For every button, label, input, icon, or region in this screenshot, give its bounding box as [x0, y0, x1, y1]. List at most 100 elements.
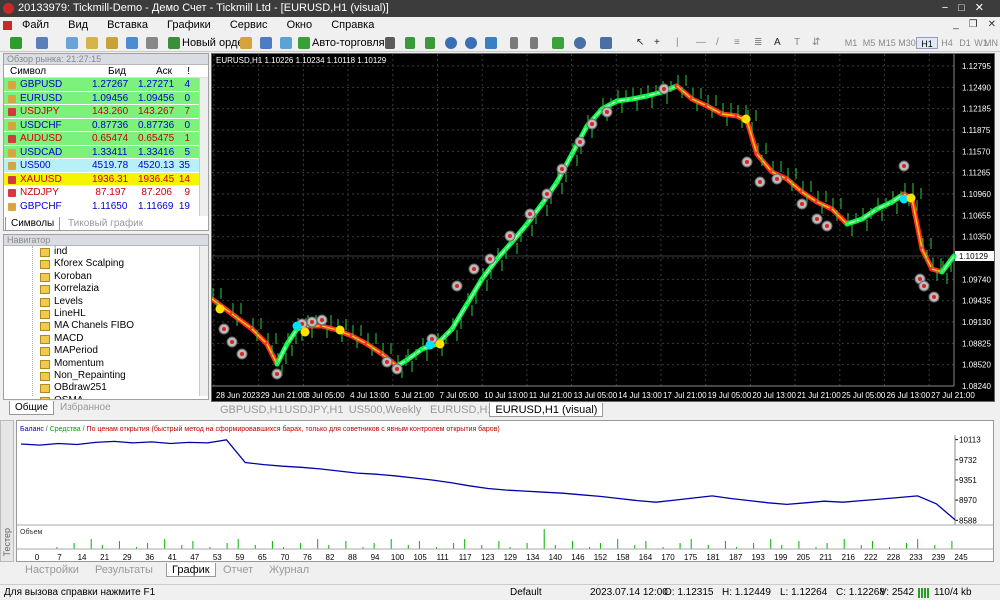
tester-tab[interactable]: График [166, 563, 216, 577]
child-window-controls[interactable]: _ ❐ ✕ [943, 19, 996, 30]
cell-spread: 9 [184, 187, 190, 198]
line-chart-icon[interactable] [425, 37, 435, 49]
fibo-icon[interactable]: ≣ [754, 36, 762, 50]
market-row-nzdjpy[interactable]: NZDJPY 87.197 87.206 9 [4, 186, 208, 200]
menu-view[interactable]: Вид [60, 17, 96, 34]
tile-windows-icon[interactable] [485, 37, 497, 49]
bar-chart-icon[interactable] [385, 37, 395, 49]
menu-charts[interactable]: Графики [159, 17, 219, 34]
navigator-item[interactable]: MACD [4, 333, 208, 345]
vertical-line-icon[interactable]: | [676, 36, 679, 50]
chart-tab[interactable]: USDJPY,H1 [279, 403, 348, 417]
new-chart-icon[interactable] [10, 37, 22, 49]
time-label: 11 Jul 21:00 [529, 391, 573, 400]
symbol-icon [8, 121, 16, 130]
templates-icon[interactable] [600, 37, 612, 49]
trendline-icon[interactable]: / [716, 36, 719, 50]
market-watch-icon[interactable] [66, 37, 78, 49]
navigator-item[interactable]: Levels [4, 296, 208, 308]
chart-tab[interactable]: EURUSD,H1 [425, 403, 499, 417]
market-row-usdcad[interactable]: USDCAD 1.33411 1.33416 5 [4, 145, 208, 159]
tester-tab[interactable]: Журнал [264, 563, 314, 577]
arrows-icon[interactable]: ⇵ [812, 36, 820, 50]
market-watch-scrollbar[interactable] [199, 78, 208, 216]
tab-general[interactable]: Общие [9, 401, 54, 415]
navigator-item[interactable]: Koroban [4, 271, 208, 283]
zoom-out-icon[interactable] [465, 37, 477, 49]
text-icon[interactable]: A [774, 36, 781, 50]
menu-file[interactable]: Файл [14, 17, 57, 34]
navigator-item[interactable]: Korrelazia [4, 283, 208, 295]
market-icon[interactable] [280, 37, 292, 49]
market-row-gbpchf[interactable]: GBPCHF 1.11650 1.11669 19 [4, 199, 208, 213]
tab-symbols[interactable]: Символы [5, 217, 61, 231]
chart-tab[interactable]: GBPUSD,H1 [215, 403, 289, 417]
col-spread[interactable]: ! [176, 65, 190, 78]
navigator-item[interactable]: OSMA [4, 395, 208, 399]
tf-mn[interactable]: MN [984, 37, 998, 49]
chart-tab[interactable]: EURUSD,H1 (visual) [489, 403, 604, 417]
signals-icon[interactable] [260, 37, 272, 49]
indicators-icon[interactable] [552, 37, 564, 49]
price-chart[interactable]: 1.12795 1.12490 1.12185 1.11875 1.11570 1.112… [211, 53, 995, 402]
menu-help[interactable]: Справка [323, 17, 382, 34]
channel-icon[interactable]: ≡ [734, 36, 740, 50]
menu-insert[interactable]: Вставка [99, 17, 156, 34]
label-icon[interactable]: T [794, 36, 800, 50]
candlestick-icon[interactable] [405, 37, 415, 49]
cell-bid: 0.87736 [92, 119, 129, 131]
navigator-item[interactable]: Momentum [4, 358, 208, 370]
navigator-item[interactable]: MA Chanels FIBO [4, 320, 208, 332]
periods-icon[interactable] [574, 37, 586, 49]
meta-editor-icon[interactable] [240, 37, 252, 49]
tester-graph: Баланс / Средства / По ценам открытия (б… [16, 420, 994, 562]
market-row-us500[interactable]: US500 4519.78 4520.13 35 [4, 159, 208, 173]
navigator-item[interactable]: OBdraw251 [4, 382, 208, 394]
trade-x-label: 59 [235, 553, 244, 562]
navigator-item[interactable]: LineHL [4, 308, 208, 320]
navigator-item[interactable]: Kforex Scalping [4, 258, 208, 270]
tester-tab[interactable]: Настройки [20, 563, 84, 577]
tester-tab[interactable]: Результаты [90, 563, 158, 577]
market-row-gbpusd[interactable]: GBPUSD 1.27267 1.27271 4 [4, 78, 208, 92]
crosshair-icon[interactable]: + [654, 36, 660, 50]
auto-scroll-icon[interactable] [510, 37, 518, 49]
tab-tick-chart[interactable]: Тиковый график [63, 217, 148, 231]
window-controls[interactable]: −□✕ [942, 0, 994, 17]
col-symbol[interactable]: Символ [10, 65, 46, 78]
navigator-item[interactable]: ind [4, 246, 208, 258]
market-row-usdjpy[interactable]: USDJPY 143.260 143.267 7 [4, 105, 208, 119]
market-row-usdchf[interactable]: USDCHF 0.87736 0.87736 0 [4, 118, 208, 132]
chart-ohlc-info: EURUSD,H1 1.10226 1.10234 1.10118 1.1012… [216, 56, 387, 65]
strategy-tester-icon[interactable] [126, 37, 138, 49]
tester-tab[interactable]: Отчет [218, 563, 258, 577]
tf-m15[interactable]: M15 [876, 37, 898, 49]
navigator-item[interactable]: Non_Repainting [4, 370, 208, 382]
status-bar: Для вызова справки нажмите F1 Default 20… [0, 584, 1000, 600]
chart-shift-icon[interactable] [530, 37, 538, 49]
navigator-icon[interactable] [86, 37, 98, 49]
profiles-icon[interactable] [36, 37, 48, 49]
cursor-icon[interactable]: ↖ [636, 36, 644, 50]
menu-window[interactable]: Окно [279, 17, 321, 34]
chart-tab[interactable]: US500,Weekly [344, 403, 427, 417]
horizontal-line-icon[interactable]: — [696, 36, 706, 50]
data-window-icon[interactable] [146, 37, 158, 49]
market-row-xauusd[interactable]: XAUUSD 1936.31 1936.45 14 [4, 172, 208, 186]
autotrading-button[interactable]: Авто-торговля [296, 35, 388, 51]
navigator-item[interactable]: MAPeriod [4, 345, 208, 357]
tf-m30[interactable]: M30 [896, 37, 918, 49]
tab-favorites[interactable]: Избранное [55, 401, 116, 415]
market-row-eurusd[interactable]: EURUSD 1.09456 1.09456 0 [4, 91, 208, 105]
tf-h1[interactable]: H1 [916, 37, 938, 49]
zoom-in-icon[interactable] [445, 37, 457, 49]
menu-tools[interactable]: Сервис [222, 17, 276, 34]
trade-x-label: 146 [571, 553, 585, 562]
status-help: Для вызова справки нажмите F1 [4, 587, 156, 598]
navigator-scrollbar[interactable] [199, 246, 208, 396]
terminal-icon[interactable] [106, 37, 118, 49]
col-bid[interactable]: Бид [92, 65, 126, 78]
col-ask[interactable]: Аск [138, 65, 172, 78]
market-row-audusd[interactable]: AUDUSD 0.65474 0.65475 1 [4, 132, 208, 146]
legend-equity: Средства [50, 426, 81, 433]
